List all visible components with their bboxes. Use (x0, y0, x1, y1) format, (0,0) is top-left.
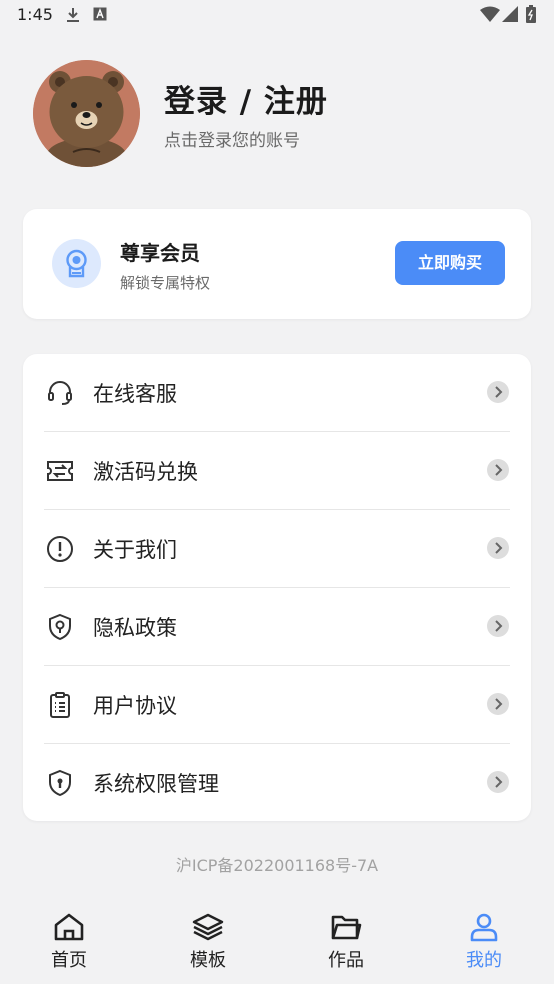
menu-item-label: 隐私政策 (93, 616, 177, 640)
tab-label: 模板 (190, 950, 226, 971)
tab-label: 我的 (466, 950, 502, 971)
chevron-right-icon (487, 615, 509, 637)
chevron-right-icon (487, 459, 509, 481)
menu-item-permission-management[interactable]: 系统权限管理 (23, 744, 531, 822)
clipboard-list-icon (50, 692, 70, 718)
battery-icon (526, 5, 536, 23)
vip-card: 尊享会员 解锁专属特权 立即购买 (23, 209, 531, 319)
ticket-exchange-icon (47, 461, 73, 481)
home-icon (54, 913, 84, 941)
bottom-tab-bar: 首页 模板 作品 我的 (0, 900, 554, 984)
info-icon (47, 536, 73, 562)
layers-icon (192, 913, 224, 941)
tab-label: 首页 (51, 950, 87, 971)
shield-keyhole-icon (49, 613, 71, 641)
tab-mine[interactable]: 我的 (434, 910, 534, 980)
menu-item-label: 系统权限管理 (93, 772, 219, 796)
tab-templates[interactable]: 模板 (158, 910, 258, 980)
bear-avatar-icon (33, 60, 140, 167)
login-subtitle: 点击登录您的账号 (164, 131, 300, 151)
tab-works[interactable]: 作品 (296, 910, 396, 980)
buy-now-button[interactable]: 立即购买 (395, 241, 505, 285)
chevron-right-icon (487, 537, 509, 559)
tab-home[interactable]: 首页 (19, 910, 119, 980)
chevron-right-icon (487, 771, 509, 793)
menu-item-privacy-policy[interactable]: 隐私政策 (23, 588, 531, 666)
menu-item-label: 关于我们 (93, 538, 177, 562)
chevron-right-icon (487, 693, 509, 715)
signal-icon (502, 6, 518, 22)
download-icon (67, 8, 79, 22)
menu-item-label: 在线客服 (93, 382, 177, 406)
icp-license-text: 沪ICP备2022001168号-7A (175, 856, 379, 875)
menu-item-redeem-code[interactable]: 激活码兑换 (23, 432, 531, 510)
menu-item-label: 用户协议 (93, 694, 177, 718)
status-bar: 1:45 (0, 0, 554, 30)
menu-item-customer-service[interactable]: 在线客服 (23, 354, 531, 432)
headset-icon (48, 381, 72, 405)
chevron-right-icon (487, 381, 509, 403)
login-register-title[interactable]: 登录 / 注册 (164, 76, 328, 121)
tab-label: 作品 (328, 950, 364, 971)
avatar[interactable] (33, 60, 140, 167)
vip-badge-icon (52, 239, 101, 288)
menu-item-user-agreement[interactable]: 用户协议 (23, 666, 531, 744)
vip-subtitle: 解锁专属特权 (120, 274, 211, 292)
menu-item-label: 激活码兑换 (93, 460, 198, 484)
shield-lock-icon (49, 769, 71, 797)
settings-menu: 在线客服 激活码兑换 关于我们 隐私政策 用户协议 系统权限管理 (23, 354, 531, 821)
vip-title: 尊享会员 (120, 241, 200, 265)
status-time: 1:45 (17, 5, 53, 24)
folder-icon (331, 915, 362, 940)
user-icon (470, 913, 498, 942)
font-icon (93, 7, 107, 21)
menu-item-about-us[interactable]: 关于我们 (23, 510, 531, 588)
wifi-icon (480, 6, 500, 22)
